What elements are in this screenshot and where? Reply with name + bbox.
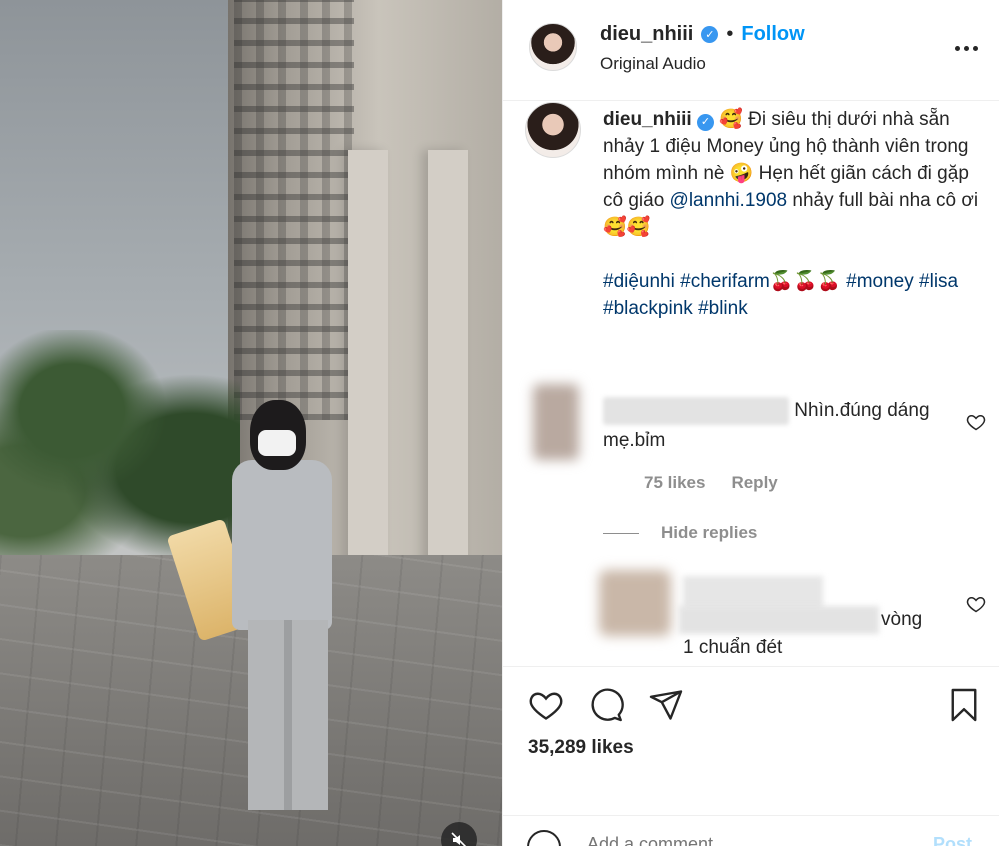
post-comment-button[interactable]: Post [933, 834, 972, 846]
caption-hashtags: #diệunhi #cherifarm🍒🍒🍒 #money #lisa #bla… [603, 268, 988, 322]
comment-input[interactable] [587, 834, 887, 846]
verified-badge-icon: ✓ [701, 26, 719, 43]
heart-icon[interactable] [528, 687, 564, 723]
caption-mention[interactable]: @lannhi.1908 [670, 190, 788, 211]
hashtag-link[interactable]: #cherifarm🍒🍒🍒 [680, 271, 841, 292]
reply-button[interactable]: Reply [731, 473, 777, 493]
caption-username[interactable]: dieu_nhiii [603, 109, 692, 130]
comment-likes[interactable]: 75 likes [644, 473, 705, 493]
reply-blurred-text [679, 606, 879, 634]
add-comment-bar: Post [503, 815, 999, 846]
more-options-icon[interactable] [951, 36, 981, 60]
hashtag-link[interactable]: #lisa [919, 271, 958, 292]
audio-label[interactable]: Original Audio [600, 54, 706, 74]
comment-meta: 75 likes Reply [644, 473, 778, 493]
hashtag-link[interactable]: #blink [698, 298, 748, 319]
hashtag-link[interactable]: #blackpink [603, 298, 693, 319]
author-avatar[interactable] [529, 23, 577, 71]
follow-button[interactable]: Follow [741, 23, 804, 46]
commenter-avatar[interactable] [533, 384, 579, 460]
reply-text-line2: 1 chuẩn đét [683, 637, 783, 658]
reply-avatar[interactable] [599, 570, 671, 636]
bookmark-icon[interactable] [946, 687, 982, 723]
post-actions: 35,289 likes Post [503, 666, 999, 846]
caption-avatar[interactable] [525, 102, 581, 158]
reply-username[interactable] [683, 576, 823, 610]
share-icon[interactable] [648, 687, 684, 723]
comment-icon[interactable] [588, 687, 624, 723]
reply-text-line1: vòng [881, 609, 923, 630]
post-caption: dieu_nhiii ✓ 🥰 Đi siêu thị dưới nhà sẵn … [603, 106, 988, 322]
comment-like-icon[interactable] [966, 412, 986, 432]
hide-replies-label: Hide replies [661, 523, 758, 542]
video-person [220, 400, 350, 830]
verified-badge-icon: ✓ [696, 114, 714, 131]
reply-like-icon[interactable] [966, 594, 986, 614]
hide-replies-button[interactable]: Hide replies [603, 523, 757, 543]
emoji-icon[interactable] [527, 830, 561, 846]
separator-dot: • [726, 23, 734, 45]
muted-speaker-icon [451, 832, 467, 846]
post-header: dieu_nhiii ✓ • Follow Original Audio [503, 0, 999, 101]
author-username[interactable]: dieu_nhiii [600, 23, 693, 46]
post-panel: dieu_nhiii ✓ • Follow Original Audio die… [502, 0, 999, 846]
post-video[interactable] [0, 0, 502, 846]
comment: Nhìn.đúng dáng mẹ.bỉm [603, 396, 933, 456]
hashtag-link[interactable]: #money [846, 271, 914, 292]
commenter-username[interactable] [603, 396, 789, 425]
hashtag-link[interactable]: #diệunhi [603, 271, 675, 292]
likes-count[interactable]: 35,289 likes [528, 737, 634, 759]
